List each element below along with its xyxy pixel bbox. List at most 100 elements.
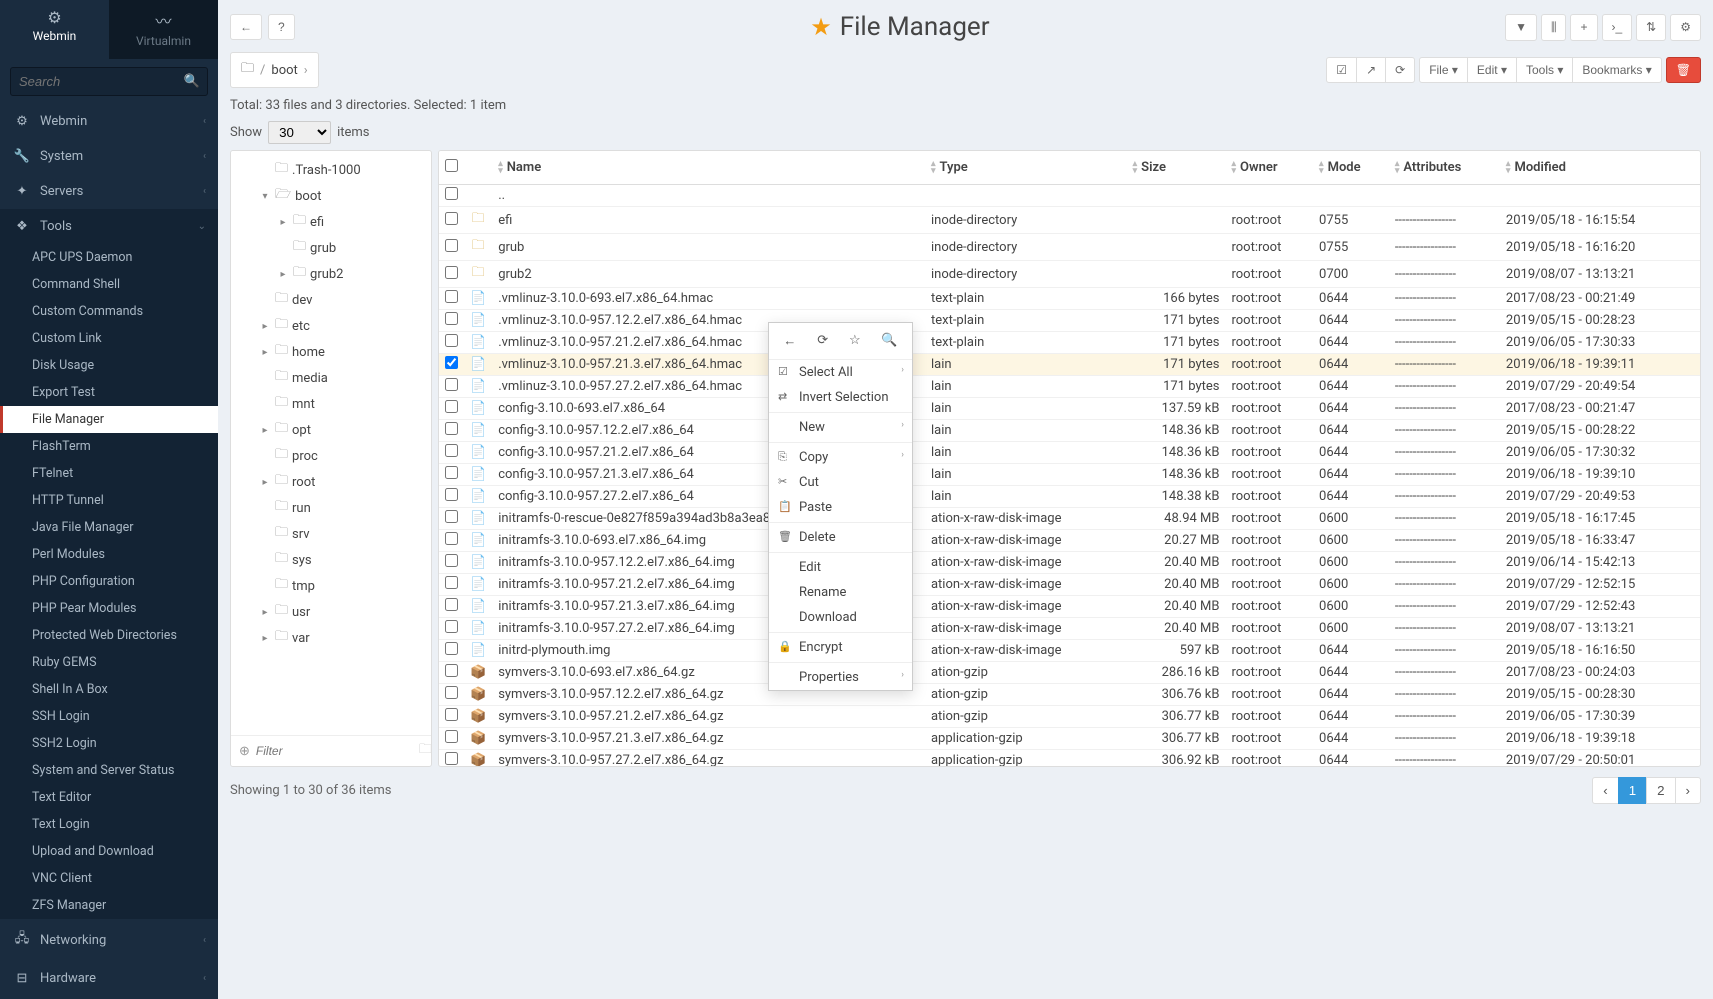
row-checkbox[interactable] <box>445 532 458 545</box>
breadcrumb[interactable]: 🗀 / boot › <box>230 52 319 88</box>
col-attributes[interactable]: ▴▾Attributes <box>1389 151 1500 185</box>
tree-item-usr[interactable]: ▸🗀usr <box>235 599 427 625</box>
col-size[interactable]: ▴▾Size <box>1127 151 1226 185</box>
sub-item-ssh-login[interactable]: SSH Login <box>0 703 218 730</box>
row-checkbox[interactable] <box>445 664 458 677</box>
row-checkbox[interactable] <box>445 576 458 589</box>
table-row[interactable]: 📄 initramfs-3.10.0-693.el7.x86_64.img at… <box>439 530 1700 552</box>
sub-item-flashterm[interactable]: FlashTerm <box>0 433 218 460</box>
nav-system[interactable]: 🔧System‹ <box>0 139 218 174</box>
sub-item-text-login[interactable]: Text Login <box>0 811 218 838</box>
table-row[interactable]: 📦 symvers-3.10.0-957.21.2.el7.x86_64.gz … <box>439 706 1700 728</box>
parent-dir[interactable]: .. <box>492 185 1700 207</box>
tree-filter-input[interactable] <box>256 744 413 758</box>
sub-item-zfs-manager[interactable]: ZFS Manager <box>0 892 218 919</box>
table-row[interactable]: 📦 symvers-3.10.0-957.12.2.el7.x86_64.gz … <box>439 684 1700 706</box>
table-row[interactable]: 📄 config-3.10.0-957.21.2.el7.x86_64 lain… <box>439 442 1700 464</box>
expand-icon[interactable]: ⊕ <box>239 744 250 759</box>
cell-name[interactable]: efi <box>492 207 925 234</box>
tree-item-sys[interactable]: 🗀sys <box>235 547 427 573</box>
nav-tools[interactable]: ❖Tools⌄ <box>0 209 218 244</box>
row-checkbox[interactable] <box>445 312 458 325</box>
tree-toggle-icon[interactable]: ▸ <box>259 347 271 358</box>
page-1[interactable]: 1 <box>1618 777 1647 804</box>
tree-item-mnt[interactable]: 🗀mnt <box>235 391 427 417</box>
sub-item-vnc-client[interactable]: VNC Client <box>0 865 218 892</box>
page-prev[interactable]: ‹ <box>1592 777 1618 804</box>
tree-item-media[interactable]: 🗀media <box>235 365 427 391</box>
table-row[interactable]: 📄 .vmlinuz-3.10.0-957.27.2.el7.x86_64.hm… <box>439 376 1700 398</box>
ctx-select-all[interactable]: ☑Select All› <box>769 360 912 385</box>
ctx-edit[interactable]: Edit <box>769 555 912 580</box>
tree-item-dev[interactable]: 🗀dev <box>235 287 427 313</box>
row-checkbox[interactable] <box>445 266 458 279</box>
col-owner[interactable]: ▴▾Owner <box>1225 151 1313 185</box>
table-row[interactable]: 📄 initramfs-3.10.0-957.21.3.el7.x86_64.i… <box>439 596 1700 618</box>
col-check[interactable] <box>439 151 464 185</box>
tree-item-srv[interactable]: 🗀srv <box>235 521 427 547</box>
row-checkbox[interactable] <box>445 730 458 743</box>
table-row[interactable]: 📄 initrd-plymouth.img ation-x-raw-disk-i… <box>439 640 1700 662</box>
cell-name[interactable]: .vmlinuz-3.10.0-693.el7.x86_64.hmac <box>492 288 925 310</box>
tree-item-grub2[interactable]: ▸🗀grub2 <box>235 261 427 287</box>
row-checkbox[interactable] <box>445 400 458 413</box>
col-type[interactable]: ▴▾Type <box>925 151 1127 185</box>
tree-item-var[interactable]: ▸🗀var <box>235 625 427 651</box>
cell-name[interactable]: symvers-3.10.0-957.21.2.el7.x86_64.gz <box>492 706 925 728</box>
table-row[interactable]: 📄 config-3.10.0-957.12.2.el7.x86_64 lain… <box>439 420 1700 442</box>
tree-toggle-icon[interactable]: ▸ <box>259 607 271 618</box>
file-menu[interactable]: File ▾ <box>1419 57 1468 83</box>
tree-item-boot[interactable]: ▾🗁boot <box>235 183 427 209</box>
row-checkbox[interactable] <box>445 239 458 252</box>
sub-item-custom-link[interactable]: Custom Link <box>0 325 218 352</box>
row-checkbox[interactable] <box>445 422 458 435</box>
sub-item-protected-web-directories[interactable]: Protected Web Directories <box>0 622 218 649</box>
row-checkbox[interactable] <box>445 510 458 523</box>
sub-item-http-tunnel[interactable]: HTTP Tunnel <box>0 487 218 514</box>
tree-item-efi[interactable]: ▸🗀efi <box>235 209 427 235</box>
search-input[interactable] <box>10 67 208 96</box>
ctx-properties[interactable]: Properties› <box>769 665 912 690</box>
page-next[interactable]: › <box>1675 777 1701 804</box>
cell-name[interactable]: symvers-3.10.0-957.27.2.el7.x86_64.gz <box>492 750 925 768</box>
sub-item-ssh2-login[interactable]: SSH2 Login <box>0 730 218 757</box>
columns-button[interactable]: ⫼ <box>1541 14 1567 41</box>
row-checkbox[interactable] <box>445 488 458 501</box>
tree-item-opt[interactable]: ▸🗀opt <box>235 417 427 443</box>
select-all-checkbox[interactable] <box>445 159 458 172</box>
ctx-cut[interactable]: ✂Cut <box>769 470 912 495</box>
tree-toggle-icon[interactable]: ▾ <box>259 191 271 202</box>
ctx-star-icon[interactable]: ☆ <box>845 329 865 353</box>
select-button[interactable]: ☑ <box>1326 57 1357 83</box>
row-checkbox[interactable] <box>445 620 458 633</box>
settings-button[interactable]: ⚙ <box>1670 14 1701 41</box>
sub-item-ftelnet[interactable]: FTelnet <box>0 460 218 487</box>
table-row[interactable]: 📄 initramfs-3.10.0-957.12.2.el7.x86_64.i… <box>439 552 1700 574</box>
table-row[interactable]: 🗀 grub inode-directory root:root 0755 --… <box>439 234 1700 261</box>
row-checkbox[interactable] <box>445 554 458 567</box>
sub-item-system-and-server-status[interactable]: System and Server Status <box>0 757 218 784</box>
cell-name[interactable]: symvers-3.10.0-957.21.3.el7.x86_64.gz <box>492 728 925 750</box>
brand-webmin[interactable]: ⚙ Webmin <box>0 0 109 59</box>
tree-item-.Trash-1000[interactable]: 🗀.Trash-1000 <box>235 157 427 183</box>
row-checkbox[interactable] <box>445 752 458 765</box>
show-count-select[interactable]: 30 <box>268 121 331 144</box>
row-checkbox[interactable] <box>445 686 458 699</box>
table-row[interactable]: 📄 .vmlinuz-3.10.0-957.21.2.el7.x86_64.hm… <box>439 332 1700 354</box>
table-row[interactable]: 📄 initramfs-0-rescue-0e827f859a394ad3b8a… <box>439 508 1700 530</box>
table-row[interactable]: 🗀 efi inode-directory root:root 0755 ---… <box>439 207 1700 234</box>
tree-toggle-icon[interactable]: ▸ <box>259 321 271 332</box>
ctx-rename[interactable]: Rename <box>769 580 912 605</box>
tree-toggle-icon[interactable]: ▸ <box>259 477 271 488</box>
table-row[interactable]: 📦 symvers-3.10.0-693.el7.x86_64.gz ation… <box>439 662 1700 684</box>
filter-icon-button[interactable]: ▼ <box>1505 14 1537 41</box>
tools-menu[interactable]: Tools ▾ <box>1516 57 1573 83</box>
table-row[interactable]: 📄 initramfs-3.10.0-957.27.2.el7.x86_64.i… <box>439 618 1700 640</box>
cell-name[interactable]: grub2 <box>492 261 925 288</box>
transfer-button[interactable]: ⇅ <box>1636 14 1666 41</box>
tree-item-etc[interactable]: ▸🗀etc <box>235 313 427 339</box>
terminal-button[interactable]: ›_ <box>1602 14 1633 41</box>
ctx-download[interactable]: Download <box>769 605 912 630</box>
row-checkbox[interactable] <box>445 187 458 200</box>
sub-item-shell-in-a-box[interactable]: Shell In A Box <box>0 676 218 703</box>
